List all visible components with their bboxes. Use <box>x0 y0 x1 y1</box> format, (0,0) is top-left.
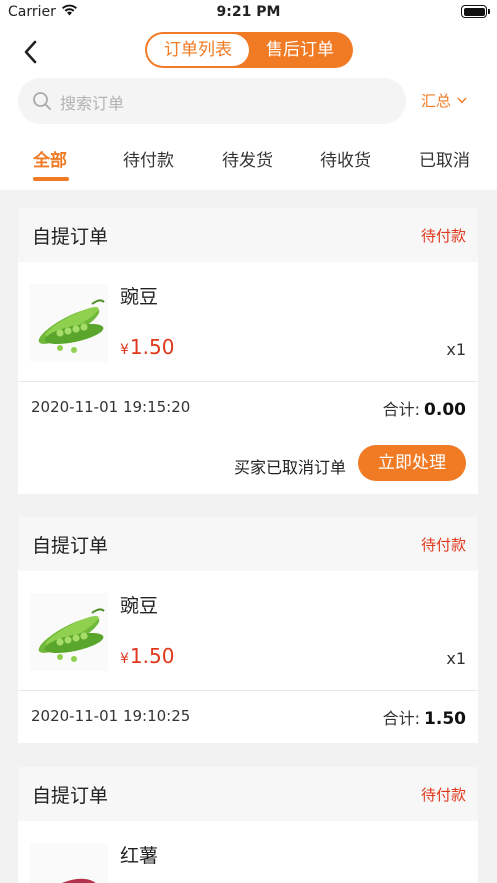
order-meta: 2020-11-01 19:10:25 合计: 1.50 <box>18 691 478 743</box>
product-image-sweet-potato <box>30 843 108 883</box>
tab-pending-payment[interactable]: 待付款 <box>123 146 174 171</box>
order-card-header: 自提订单 待付款 <box>18 208 478 262</box>
product-row[interactable]: 豌豆 ¥1.50 x1 <box>18 571 478 691</box>
order-meta: 2020-11-01 19:15:20 合计: 0.00 <box>18 382 478 434</box>
order-status-label: 待付款 <box>420 786 466 804</box>
order-type-label: 自提订单 <box>32 535 109 557</box>
order-datetime: 2020-11-01 19:15:20 <box>31 398 191 416</box>
product-quantity: x1 <box>446 649 466 668</box>
tab-order-list[interactable]: 订单列表 <box>147 34 249 66</box>
order-status-label: 待付款 <box>420 536 466 554</box>
order-card-header: 自提订单 待付款 <box>18 517 478 571</box>
product-name: 豌豆 <box>120 286 159 308</box>
summary-label: 汇总 <box>421 92 452 110</box>
product-quantity: x1 <box>446 340 466 359</box>
tab-cancelled[interactable]: 已取消 <box>419 146 470 171</box>
order-datetime: 2020-11-01 19:10:25 <box>31 707 191 725</box>
search-input[interactable]: 搜索订单 <box>18 78 406 124</box>
product-row[interactable]: 红薯 <box>18 821 478 883</box>
product-image-peas <box>30 593 108 671</box>
process-now-button[interactable]: 立即处理 <box>358 445 466 481</box>
product-name: 豌豆 <box>120 595 159 617</box>
tab-after-sales[interactable]: 售后订单 <box>249 34 351 66</box>
product-price: ¥1.50 <box>120 644 175 668</box>
product-image-peas <box>30 284 108 362</box>
tab-all[interactable]: 全部 <box>33 146 67 171</box>
order-total: 合计: 0.00 <box>382 400 466 420</box>
chevron-down-icon <box>457 97 467 104</box>
order-actions: 买家已取消订单 立即处理 <box>18 436 478 494</box>
status-tabs: 全部 待付款 待发货 待收货 已取消 <box>0 140 497 190</box>
top-bar: Carrier 9:21 PM 订单列表 售后订单 搜索订单 汇总 全部 待付款… <box>0 0 497 190</box>
battery-icon <box>461 5 490 18</box>
cancel-note: 买家已取消订单 <box>233 458 346 477</box>
active-tab-indicator <box>33 177 69 181</box>
order-type-label: 自提订单 <box>32 226 109 248</box>
order-card-header: 自提订单 待付款 <box>18 767 478 821</box>
search-icon <box>33 92 51 110</box>
product-price: ¥1.50 <box>120 335 175 359</box>
clock: 9:21 PM <box>216 4 281 20</box>
product-row[interactable]: 豌豆 ¥1.50 x1 <box>18 262 478 382</box>
back-arrow-icon[interactable] <box>18 38 46 66</box>
summary-dropdown[interactable]: 汇总 <box>421 90 467 111</box>
product-name: 红薯 <box>120 845 159 867</box>
tab-pending-shipment[interactable]: 待发货 <box>222 146 273 171</box>
tab-pending-receipt[interactable]: 待收货 <box>320 146 371 171</box>
order-card[interactable]: 自提订单 待付款 豌豆 ¥1.50 x1 2020-11-01 19:10:25… <box>18 517 478 743</box>
order-card[interactable]: 自提订单 待付款 红薯 <box>18 767 478 883</box>
order-status-label: 待付款 <box>420 227 466 245</box>
navigation-bar: 订单列表 售后订单 <box>0 28 497 74</box>
order-total: 合计: 1.50 <box>382 709 466 729</box>
order-type-switch: 订单列表 售后订单 <box>145 32 353 68</box>
status-bar: Carrier 9:21 PM <box>0 0 497 26</box>
order-card[interactable]: 自提订单 待付款 豌豆 ¥1.50 x1 2020-11-01 19:15:20… <box>18 208 478 494</box>
order-type-label: 自提订单 <box>32 785 109 807</box>
search-placeholder: 搜索订单 <box>60 94 125 113</box>
